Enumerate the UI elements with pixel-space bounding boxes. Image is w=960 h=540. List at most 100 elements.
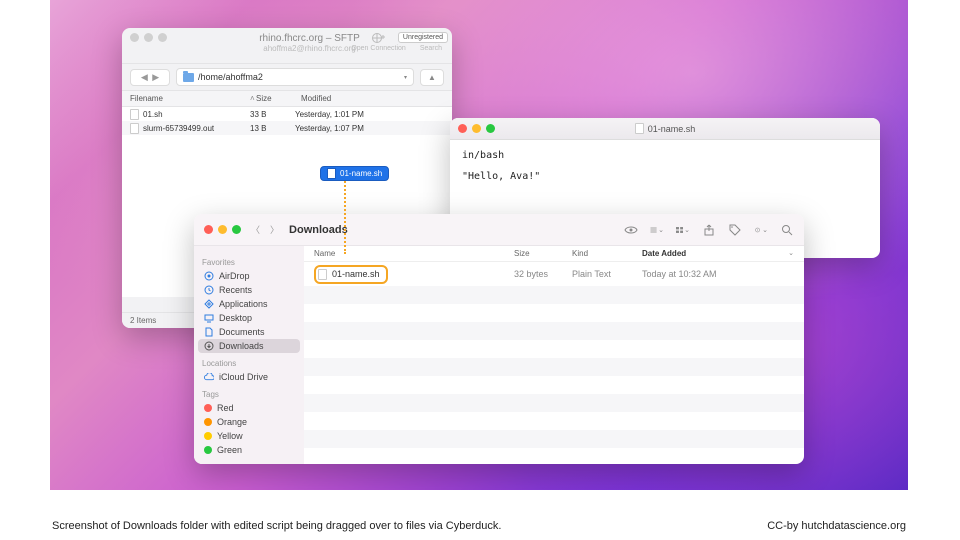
- highlight-annotation: 01-name.sh: [314, 265, 388, 284]
- file-icon: [635, 123, 644, 134]
- sidebar-tag-orange[interactable]: Orange: [198, 415, 300, 429]
- desktop-icon: [204, 313, 214, 323]
- nav-row: ◀ ▶ /home/ahoffma2 ▾ ▲: [122, 64, 452, 91]
- unregistered-badge: Unregistered: [398, 32, 448, 43]
- desktop-wallpaper: rhino.fhcrc.org – SFTP ahoffma2@rhino.fh…: [50, 0, 908, 490]
- finder-title: Downloads: [289, 224, 348, 236]
- code-line: in/bash: [462, 148, 868, 163]
- col-date[interactable]: Date Added: [642, 249, 788, 258]
- search-icon[interactable]: [780, 223, 794, 237]
- sidebar-item-desktop[interactable]: Desktop: [198, 311, 300, 325]
- preview-icon[interactable]: [624, 223, 638, 237]
- sort-caret-icon: ⌄: [788, 249, 794, 258]
- list-item: [304, 430, 804, 448]
- sidebar-tag-red[interactable]: Red: [198, 401, 300, 415]
- tag-dot-icon: [204, 418, 212, 426]
- file-row[interactable]: slurm-65739499.out 13 B Yesterday, 1:07 …: [122, 121, 452, 135]
- minimize-icon[interactable]: [472, 124, 481, 133]
- finder-window[interactable]: 〈 〉 Downloads ⌄ ⌄ ⌄ Favorites AirDrop R: [194, 214, 804, 464]
- actions-icon[interactable]: ⌄: [754, 223, 768, 237]
- sidebar-section-tags: Tags: [202, 390, 296, 399]
- col-size[interactable]: Size: [256, 94, 301, 103]
- group-icon[interactable]: ⌄: [676, 223, 690, 237]
- status-text: 2 Items: [130, 316, 156, 325]
- drag-preview: 01-name.sh: [320, 166, 389, 181]
- cyberduck-titlebar[interactable]: rhino.fhcrc.org – SFTP ahoffma2@rhino.fh…: [122, 28, 452, 64]
- zoom-icon[interactable]: [158, 33, 167, 42]
- list-item: [304, 448, 804, 464]
- zoom-icon[interactable]: [486, 124, 495, 133]
- path-input[interactable]: /home/ahoffma2 ▾: [176, 68, 414, 86]
- finder-sidebar[interactable]: Favorites AirDrop Recents Applications D…: [194, 246, 304, 464]
- zoom-icon[interactable]: [232, 225, 241, 234]
- back-button[interactable]: 〈: [251, 223, 260, 236]
- tag-dot-icon: [204, 446, 212, 454]
- traffic-lights[interactable]: [458, 124, 495, 133]
- close-icon[interactable]: [130, 33, 139, 42]
- list-item: [304, 376, 804, 394]
- file-icon: [327, 168, 336, 179]
- clock-icon: [204, 285, 214, 295]
- editor-title: 01-name.sh: [648, 124, 696, 134]
- tag-icon[interactable]: [728, 223, 742, 237]
- dropdown-caret-icon[interactable]: ▾: [404, 74, 407, 81]
- attribution-text: CC-by hutchdatascience.org: [767, 520, 906, 532]
- sidebar-section-locations: Locations: [202, 359, 296, 368]
- list-body[interactable]: 01-name.sh 32 bytes Plain Text Today at …: [304, 262, 804, 464]
- finder-toolbar[interactable]: 〈 〉 Downloads ⌄ ⌄ ⌄: [194, 214, 804, 246]
- sidebar-item-downloads[interactable]: Downloads: [198, 339, 300, 353]
- stage: rhino.fhcrc.org – SFTP ahoffma2@rhino.fh…: [0, 0, 960, 540]
- view-list-icon[interactable]: ⌄: [650, 223, 664, 237]
- sidebar-item-airdrop[interactable]: AirDrop: [198, 269, 300, 283]
- path-text: /home/ahoffma2: [198, 72, 263, 82]
- file-kind: Plain Text: [572, 269, 642, 279]
- drag-arrow-annotation: [344, 178, 346, 254]
- column-headers[interactable]: Filename ˄ Size Modified: [122, 91, 452, 107]
- editor-content[interactable]: in/bash "Hello, Ava!": [450, 140, 880, 192]
- list-item: [304, 322, 804, 340]
- toolbar-right: ⌄ ⌄ ⌄: [624, 223, 794, 237]
- minimize-icon[interactable]: [144, 33, 153, 42]
- sidebar-item-documents[interactable]: Documents: [198, 325, 300, 339]
- list-item: [304, 358, 804, 376]
- forward-button[interactable]: 〉: [270, 223, 279, 236]
- tag-dot-icon: [204, 432, 212, 440]
- close-icon[interactable]: [204, 225, 213, 234]
- file-row[interactable]: 01.sh 33 B Yesterday, 1:01 PM: [122, 107, 452, 121]
- file-date: Today at 10:32 AM: [642, 269, 794, 279]
- folder-icon: [183, 73, 194, 82]
- caption-text: Screenshot of Downloads folder with edit…: [52, 520, 501, 532]
- sidebar-item-recents[interactable]: Recents: [198, 283, 300, 297]
- file-icon: [130, 109, 139, 120]
- close-icon[interactable]: [458, 124, 467, 133]
- col-size[interactable]: Size: [514, 249, 572, 258]
- file-icon: [130, 123, 139, 134]
- minimize-icon[interactable]: [218, 225, 227, 234]
- col-filename[interactable]: Filename: [130, 94, 250, 103]
- documents-icon: [204, 327, 214, 337]
- list-item: [304, 286, 804, 304]
- list-item: [304, 340, 804, 358]
- list-item[interactable]: 01-name.sh 32 bytes Plain Text Today at …: [304, 262, 804, 286]
- drag-filename: 01-name.sh: [340, 169, 382, 178]
- applications-icon: [204, 299, 214, 309]
- downloads-icon: [204, 341, 214, 351]
- editor-titlebar[interactable]: 01-name.sh: [450, 118, 880, 140]
- file-size: 32 bytes: [514, 269, 572, 279]
- list-header[interactable]: Name Size Kind Date Added ⌄: [304, 246, 804, 262]
- col-kind[interactable]: Kind: [572, 249, 642, 258]
- code-line: "Hello, Ava!": [462, 169, 868, 184]
- globe-plus-icon: [372, 32, 386, 44]
- traffic-lights[interactable]: [204, 225, 241, 234]
- list-item: [304, 412, 804, 430]
- share-icon[interactable]: [702, 223, 716, 237]
- sidebar-item-icloud[interactable]: iCloud Drive: [198, 370, 300, 384]
- sidebar-item-applications[interactable]: Applications: [198, 297, 300, 311]
- sidebar-tag-green[interactable]: Green: [198, 443, 300, 457]
- up-button[interactable]: ▲: [420, 69, 444, 86]
- traffic-lights[interactable]: [130, 33, 167, 42]
- col-modified[interactable]: Modified: [301, 94, 444, 103]
- back-forward-buttons[interactable]: ◀ ▶: [130, 69, 170, 86]
- sidebar-tag-yellow[interactable]: Yellow: [198, 429, 300, 443]
- list-pane[interactable]: Name Size Kind Date Added ⌄ 01-name.sh: [304, 246, 804, 464]
